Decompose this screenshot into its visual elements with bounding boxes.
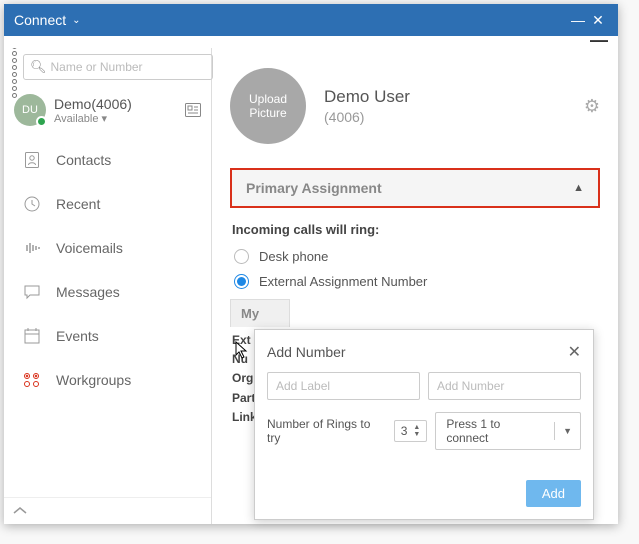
- sidebar-item-recent[interactable]: Recent: [4, 182, 211, 226]
- incoming-calls-label: Incoming calls will ring:: [232, 222, 598, 237]
- primary-assignment-header[interactable]: Primary Assignment ▲: [230, 168, 600, 208]
- radio-desk-phone[interactable]: Desk phone: [234, 249, 596, 264]
- sidebar-item-workgroups[interactable]: Workgroups: [4, 358, 211, 402]
- collapse-icon[interactable]: —: [590, 36, 608, 48]
- close-button[interactable]: ✕: [588, 12, 608, 29]
- radio-external-assignment[interactable]: External Assignment Number: [234, 274, 596, 289]
- title-menu-chevron-icon[interactable]: ⌄: [72, 15, 80, 26]
- popup-title: Add Number: [267, 344, 346, 360]
- rings-value: 3: [401, 424, 408, 438]
- sidebar-item-voicemails[interactable]: Voicemails: [4, 226, 211, 270]
- dropdown-label: Press 1 to connect: [436, 413, 554, 449]
- chevron-down-icon[interactable]: ▼: [554, 422, 580, 440]
- sidebar-item-label: Voicemails: [56, 240, 123, 256]
- calendar-icon: [22, 326, 42, 346]
- radio-label: External Assignment Number: [259, 274, 427, 289]
- popup-close-button[interactable]: ✕: [568, 342, 581, 362]
- avatar: DU: [14, 94, 46, 126]
- add-label-input[interactable]: [267, 372, 420, 400]
- sidebar-item-contacts[interactable]: Contacts: [4, 138, 211, 182]
- radio-icon: [234, 274, 249, 289]
- rings-stepper[interactable]: 3 ▲▼: [394, 420, 428, 442]
- add-button[interactable]: Add: [526, 480, 581, 507]
- sidebar-item-label: Recent: [56, 196, 100, 212]
- stepper-arrows-icon[interactable]: ▲▼: [413, 424, 420, 438]
- workgroups-icon: [22, 370, 42, 390]
- sidebar-collapse-button[interactable]: [4, 497, 211, 524]
- dialpad-icon[interactable]: [12, 55, 17, 79]
- clock-icon: [22, 194, 42, 214]
- search-icon: 🔍︎: [30, 59, 47, 75]
- sidebar-item-label: Events: [56, 328, 99, 344]
- rings-label: Number of Rings to try: [267, 417, 386, 445]
- current-user-row[interactable]: DU Demo(4006) Available ▾: [4, 86, 211, 134]
- user-status[interactable]: Available ▾: [54, 112, 177, 125]
- search-input[interactable]: [51, 60, 206, 74]
- minimize-button[interactable]: —: [568, 12, 588, 28]
- user-name: Demo(4006): [54, 96, 177, 112]
- gear-icon[interactable]: ⚙: [584, 96, 600, 117]
- sidebar-item-label: Messages: [56, 284, 120, 300]
- titlebar: Connect ⌄ — ✕: [4, 4, 618, 36]
- my-tab[interactable]: My: [230, 299, 290, 327]
- radio-label: Desk phone: [259, 249, 328, 264]
- app-title: Connect: [14, 12, 66, 28]
- search-input-container[interactable]: 🔍︎: [23, 54, 213, 80]
- contact-card-icon[interactable]: [185, 103, 201, 117]
- voicemail-icon: [22, 238, 42, 258]
- collapse-arrow-icon: ▲: [573, 182, 584, 194]
- add-number-input[interactable]: [428, 372, 581, 400]
- upload-picture-button[interactable]: Upload Picture: [230, 68, 306, 144]
- sidebar-item-events[interactable]: Events: [4, 314, 211, 358]
- avatar-initials: DU: [22, 104, 38, 116]
- messages-icon: [22, 282, 42, 302]
- add-number-popup: Add Number ✕ Number of Rings to try 3 ▲▼…: [254, 329, 594, 520]
- sidebar-item-label: Workgroups: [56, 372, 131, 388]
- radio-icon: [234, 249, 249, 264]
- sub-titlebar: —: [4, 36, 618, 48]
- profile-name: Demo User: [324, 87, 410, 107]
- presence-indicator: [36, 116, 47, 127]
- profile-extension: (4006): [324, 109, 410, 125]
- connect-mode-dropdown[interactable]: Press 1 to connect ▼: [435, 412, 581, 450]
- section-title: Primary Assignment: [246, 180, 382, 196]
- sidebar-item-label: Contacts: [56, 152, 111, 168]
- sidebar: 🔍︎ DU Demo(4006) Available ▾: [4, 48, 212, 524]
- contacts-icon: [22, 150, 42, 170]
- sidebar-item-messages[interactable]: Messages: [4, 270, 211, 314]
